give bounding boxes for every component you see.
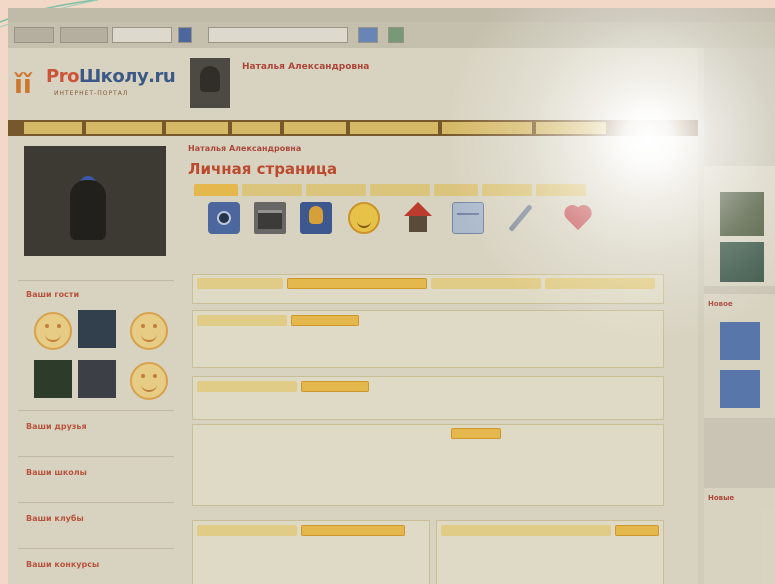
tab-4[interactable]	[370, 184, 430, 196]
browser-titlebar	[8, 8, 775, 22]
nav-button[interactable]	[60, 27, 108, 43]
schools-title: Ваши школы	[26, 468, 87, 477]
search-icon[interactable]	[358, 27, 378, 43]
right-sidebar: Новое Новые ​	[704, 48, 775, 584]
guest-smiley-icon[interactable]	[34, 312, 72, 350]
settings-box	[192, 310, 664, 368]
ask-question-button[interactable]	[287, 278, 427, 289]
books-icon	[254, 202, 286, 234]
quick-buttons-label	[197, 381, 297, 392]
quick-buttons-setup-button[interactable]	[301, 381, 369, 392]
guest-smiley-icon[interactable]	[130, 362, 168, 400]
nav-item-4[interactable]	[232, 122, 280, 134]
tab-7[interactable]	[536, 184, 586, 196]
nav-item-5[interactable]	[284, 122, 346, 134]
right-avatar[interactable]	[720, 192, 764, 236]
right-block-2-title: Новое	[708, 300, 733, 308]
questions-box	[192, 274, 664, 304]
main-navbar	[8, 120, 698, 136]
right-camera-icon[interactable]	[720, 322, 760, 360]
icon-cell-2[interactable]: ​	[250, 200, 290, 256]
nav-item-2[interactable]	[86, 122, 162, 134]
tab-3[interactable]	[306, 184, 366, 196]
icon-cell-3[interactable]: ​	[296, 200, 336, 256]
left-sidebar: Ваши гости Ваши друзья ​ Ваши школы ​ Ва…	[18, 140, 174, 584]
questions-tab-2[interactable]	[431, 278, 541, 289]
guest-smiley-icon[interactable]	[130, 312, 168, 350]
icon-cell-8[interactable]: ​	[558, 200, 598, 256]
tab-5[interactable]	[434, 184, 478, 196]
questions-tab[interactable]	[197, 278, 283, 289]
right-camera-icon[interactable]	[720, 370, 760, 408]
news-more-button[interactable]	[451, 428, 501, 439]
questions-tab-3[interactable]	[545, 278, 655, 289]
main-user-fullname: Наталья Александровна	[188, 144, 302, 153]
mail-icon	[452, 202, 484, 234]
header-avatar[interactable]	[190, 58, 230, 108]
page-title: Личная страница	[188, 160, 338, 178]
back-button[interactable]	[14, 27, 54, 43]
friends-title: Ваши друзья	[26, 422, 87, 431]
search-input[interactable]	[208, 27, 348, 43]
guests-title: Ваши гости	[26, 290, 80, 299]
settings-label	[197, 315, 287, 326]
tab-2[interactable]	[242, 184, 302, 196]
right-block-3-title: Новые	[708, 494, 735, 502]
settings-button[interactable]	[291, 315, 359, 326]
guest-avatar[interactable]	[34, 360, 72, 398]
nav-item-7[interactable]	[442, 122, 532, 134]
smiley-icon	[348, 202, 380, 234]
right-avatar[interactable]	[720, 242, 764, 282]
browser-toolbar	[8, 22, 775, 48]
tab-6[interactable]	[482, 184, 532, 196]
icon-cell-7[interactable]: ​	[500, 200, 540, 256]
contests-title: Ваши конкурсы	[26, 560, 100, 569]
nav-item-8[interactable]	[536, 122, 606, 134]
heart-icon	[562, 202, 594, 234]
profile-icons-row: ​ ​ ​ ​ ​ ​ ​ ​	[204, 200, 634, 256]
house-icon	[402, 202, 434, 234]
wall-box	[192, 520, 430, 584]
icon-cell-4[interactable]: ​	[344, 200, 384, 256]
logo-subtitle: ИНТЕРНЕТ-ПОРТАЛ	[54, 90, 129, 97]
bulb-icon	[300, 202, 332, 234]
news-box	[192, 424, 664, 506]
dropdown-icon[interactable]	[178, 27, 192, 43]
wall-label	[197, 525, 297, 536]
friends-places-box	[436, 520, 664, 584]
camera-icon	[208, 202, 240, 234]
icon-cell-1[interactable]: ​	[204, 200, 244, 256]
logo-mark-icon: ǐǐ	[14, 70, 32, 100]
friends-places-label	[441, 525, 611, 536]
guest-avatar[interactable]	[78, 360, 116, 398]
nav-item-1[interactable]	[24, 122, 82, 134]
logo-text-rest: Школу.ru	[78, 66, 176, 87]
main-content: Наталья Александровна Личная страница ​ …	[184, 140, 694, 584]
nav-item-6[interactable]	[350, 122, 438, 134]
icon-cell-6[interactable]: ​	[448, 200, 488, 256]
address-field[interactable]	[112, 27, 172, 43]
wrench-icon	[504, 202, 536, 234]
tools-icon[interactable]	[388, 27, 404, 43]
right-block-2: Новое	[704, 294, 775, 418]
profile-photo[interactable]	[24, 146, 166, 256]
nav-item-3[interactable]	[166, 122, 228, 134]
quick-buttons-box	[192, 376, 664, 420]
monitor-screen: ǐǐ ProШколу.ru ИНТЕРНЕТ-ПОРТАЛ Наталья А…	[8, 8, 775, 584]
site-logo[interactable]: ǐǐ ProШколу.ru ИНТЕРНЕТ-ПОРТАЛ	[14, 64, 176, 104]
profile-tabs	[194, 184, 614, 196]
add-post-button[interactable]	[301, 525, 405, 536]
header-user-name[interactable]: Наталья Александровна	[242, 62, 369, 72]
right-block-1	[704, 166, 775, 286]
guest-avatar[interactable]	[78, 310, 116, 348]
tab-1[interactable]	[194, 184, 238, 196]
friends-places-more-button[interactable]	[615, 525, 659, 536]
clubs-title: Ваши клубы	[26, 514, 84, 523]
icon-cell-5[interactable]: ​	[398, 200, 438, 256]
right-block-3: Новые ​	[704, 488, 775, 584]
logo-text-pro: Pro	[46, 66, 79, 87]
website-content: ǐǐ ProШколу.ru ИНТЕРНЕТ-ПОРТАЛ Наталья А…	[8, 48, 698, 584]
